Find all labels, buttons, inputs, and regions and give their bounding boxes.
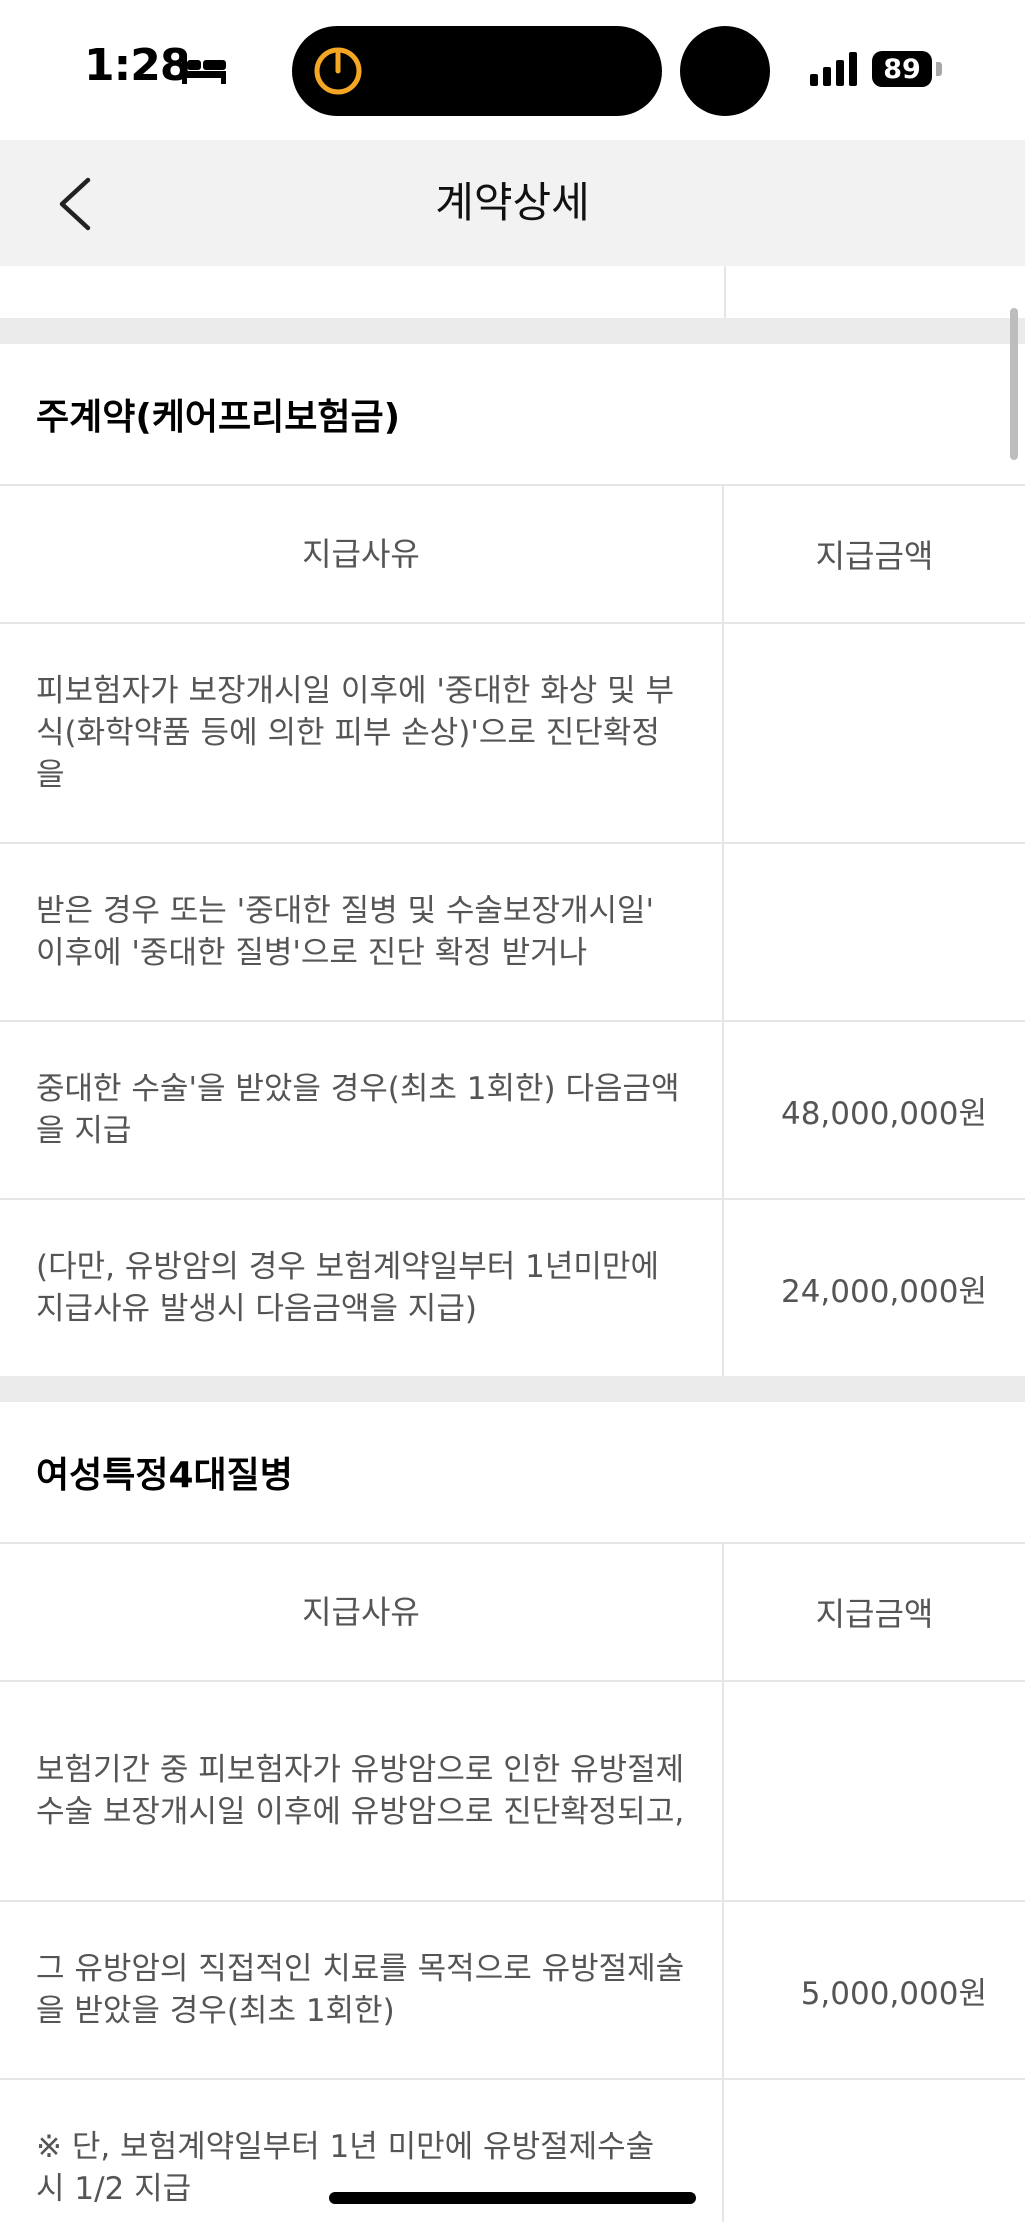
row-amount: 48,000,000원 bbox=[780, 1095, 987, 1132]
scrollbar[interactable] bbox=[1010, 308, 1018, 460]
table-row: 보험기간 중 피보험자가 유방암으로 인한 유방절제수술 보장개시일 이후에 유… bbox=[0, 1682, 1025, 1902]
dynamic-island bbox=[292, 26, 662, 116]
row-reason: 받은 경우 또는 '중대한 질병 및 수술보장개시일' 이후에 '중대한 질병'… bbox=[0, 844, 724, 1020]
table-header: 지급사유 지급금액 bbox=[0, 1544, 1025, 1682]
nav-bar: 계약상세 bbox=[0, 140, 1025, 266]
table-row: (다만, 유방암의 경우 보험계약일부터 1년미만에 지급사유 발생시 다음금액… bbox=[0, 1200, 1025, 1376]
bed-icon bbox=[182, 56, 226, 84]
section-title-female-4-diseases: 여성특정4대질병 bbox=[0, 1402, 1025, 1544]
table-row: 피보험자가 보장개시일 이후에 '중대한 화상 및 부식(화학약품 등에 의한 … bbox=[0, 624, 1025, 844]
header-amount: 지급금액 bbox=[815, 1595, 934, 1633]
status-bar: 1:28 89 bbox=[0, 0, 1025, 140]
table-header: 지급사유 지급금액 bbox=[0, 486, 1025, 624]
section-gap bbox=[0, 318, 1025, 344]
page-title: 계약상세 bbox=[435, 178, 590, 227]
row-reason: (다만, 유방암의 경우 보험계약일부터 1년미만에 지급사유 발생시 다음금액… bbox=[0, 1200, 724, 1376]
row-amount bbox=[724, 844, 1025, 1020]
timer-icon bbox=[314, 47, 362, 95]
battery-indicator: 89 bbox=[872, 51, 932, 87]
row-amount bbox=[724, 1682, 1025, 1900]
table-row: 그 유방암의 직접적인 치료를 목적으로 유방절제술을 받았을 경우(최초 1회… bbox=[0, 1902, 1025, 2080]
battery-tip bbox=[936, 62, 942, 76]
back-arrow-icon[interactable] bbox=[52, 176, 108, 232]
section-title-main-contract: 주계약(케어프리보험금) bbox=[0, 344, 1025, 486]
status-time: 1:28 bbox=[84, 40, 190, 91]
row-reason: 그 유방암의 직접적인 치료를 목적으로 유방절제술을 받았을 경우(최초 1회… bbox=[0, 1902, 724, 2078]
battery-level: 89 bbox=[883, 53, 921, 85]
front-camera bbox=[680, 26, 770, 116]
column-divider bbox=[724, 266, 726, 318]
header-reason: 지급사유 bbox=[0, 486, 724, 622]
section-gap bbox=[0, 1376, 1025, 1402]
row-reason: 중대한 수술'을 받았을 경우(최초 1회한) 다음금액을 지급 bbox=[0, 1022, 724, 1198]
row-amount bbox=[724, 624, 1025, 842]
row-amount: 24,000,000원 bbox=[780, 1273, 987, 1310]
row-reason: 보험기간 중 피보험자가 유방암으로 인한 유방절제수술 보장개시일 이후에 유… bbox=[0, 1682, 724, 1900]
home-indicator[interactable] bbox=[329, 2192, 696, 2204]
table-row-partial bbox=[0, 266, 1025, 318]
cellular-signal-icon bbox=[810, 52, 857, 86]
row-reason: 피보험자가 보장개시일 이후에 '중대한 화상 및 부식(화학약품 등에 의한 … bbox=[0, 624, 724, 842]
header-reason: 지급사유 bbox=[0, 1544, 724, 1680]
table-row: 중대한 수술'을 받았을 경우(최초 1회한) 다음금액을 지급 48,000,… bbox=[0, 1022, 1025, 1200]
row-amount bbox=[724, 2080, 1025, 2222]
row-amount: 5,000,000원 bbox=[800, 1975, 987, 2012]
table-row: 받은 경우 또는 '중대한 질병 및 수술보장개시일' 이후에 '중대한 질병'… bbox=[0, 844, 1025, 1022]
contract-detail-content[interactable]: 주계약(케어프리보험금) 지급사유 지급금액 피보험자가 보장개시일 이후에 '… bbox=[0, 266, 1025, 2222]
screen: 1:28 89 계약상세 주계약(케어프리보험금) 지급사유 지급금액 피보험자… bbox=[0, 0, 1025, 2222]
header-amount: 지급금액 bbox=[815, 537, 934, 575]
